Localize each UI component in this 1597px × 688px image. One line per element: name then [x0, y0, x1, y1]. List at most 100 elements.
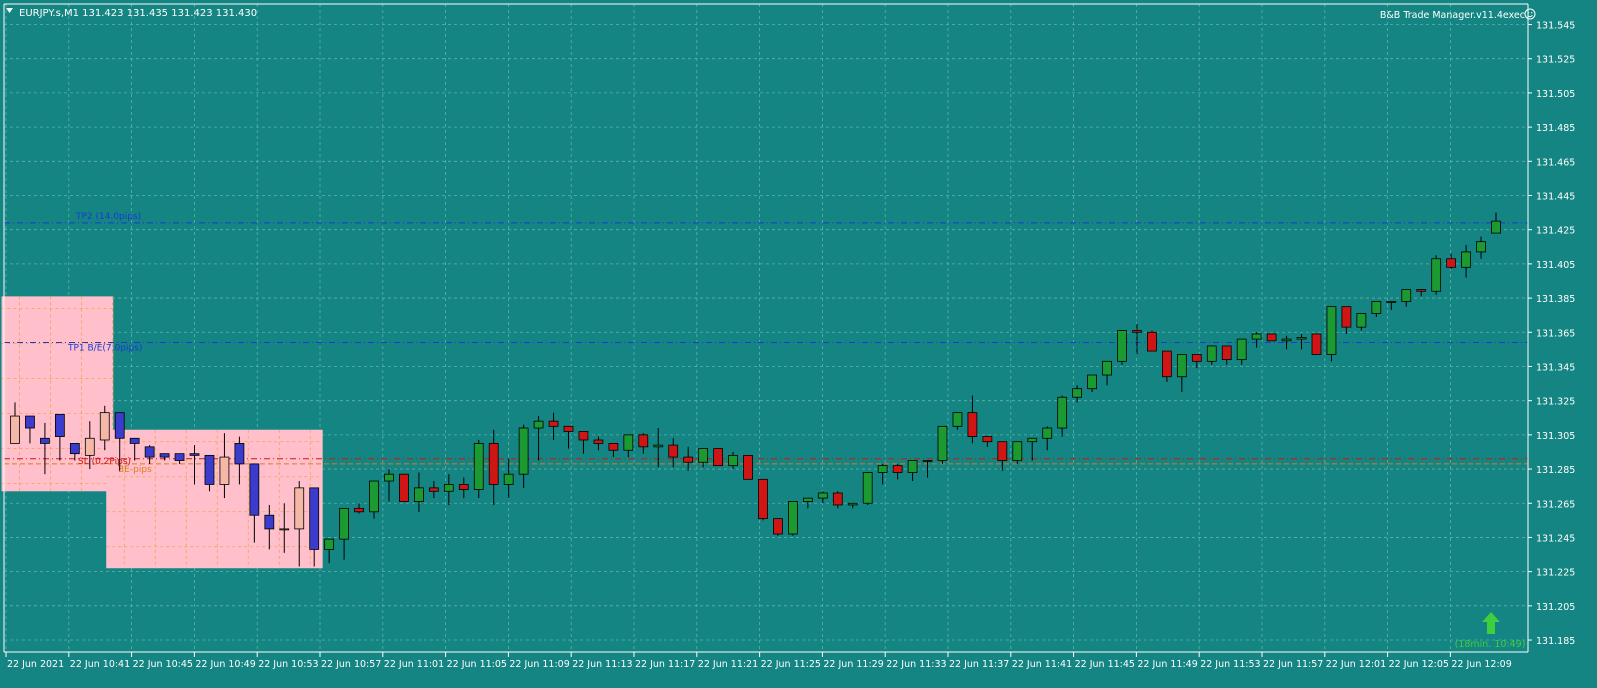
- candle-body: [982, 436, 993, 443]
- candle-body: [279, 528, 290, 531]
- x-tick-label: 22 Jun 2021: [7, 659, 64, 670]
- candle-body: [802, 497, 813, 502]
- x-tick-label: 22 Jun 11:25: [761, 659, 821, 670]
- candle-body: [1191, 354, 1202, 362]
- candle-body: [324, 538, 335, 550]
- candle-body: [1476, 241, 1486, 253]
- candle-body: [967, 412, 978, 437]
- candle-body: [788, 501, 798, 535]
- candle-body: [608, 443, 619, 451]
- candle-body: [533, 420, 544, 429]
- candle-body: [25, 415, 35, 429]
- candle: [1326, 306, 1337, 362]
- candle: [1012, 441, 1023, 464]
- ea-name: B&B Trade Manager.v11.4exec: [1380, 10, 1525, 21]
- candle: [1311, 333, 1322, 355]
- x-tick-label: 22 Jun 12:05: [1389, 659, 1449, 670]
- candle-body: [159, 453, 170, 458]
- candle-body: [204, 454, 215, 485]
- candle: [1147, 330, 1157, 352]
- candle-body: [339, 507, 349, 540]
- candle-body: [623, 434, 634, 451]
- candle: [473, 439, 484, 499]
- candle-body: [728, 454, 738, 467]
- candle: [1117, 330, 1127, 365]
- candle: [1431, 255, 1442, 295]
- candle-body: [1311, 333, 1322, 355]
- candle-body: [713, 448, 723, 467]
- candle-body: [1251, 333, 1262, 340]
- y-tick-label: 131.185: [1536, 636, 1575, 647]
- candle-body: [1326, 306, 1337, 355]
- candle: [1266, 333, 1277, 342]
- candle-body: [309, 487, 320, 550]
- candle-body: [743, 454, 753, 480]
- candle-body: [1296, 337, 1307, 340]
- candle-body: [1027, 437, 1038, 443]
- candle-body: [1281, 338, 1292, 342]
- candle-body: [458, 484, 469, 490]
- y-tick-label: 131.445: [1536, 191, 1575, 202]
- candle-body: [668, 444, 679, 458]
- candle-body: [1266, 333, 1277, 342]
- candle-body: [1386, 301, 1397, 303]
- candle-body: [1176, 354, 1187, 378]
- x-tick-label: 22 Jun 11:53: [1200, 659, 1260, 670]
- y-tick-label: 131.405: [1536, 260, 1575, 271]
- chart-window[interactable]: 131.429131.359131.291TP2 (14.0pips)TP1 B…: [0, 0, 1597, 688]
- candle-body: [219, 456, 230, 485]
- candle: [937, 425, 948, 464]
- candle-body: [443, 484, 454, 492]
- candle-body: [1431, 258, 1442, 292]
- candle-body: [683, 456, 694, 463]
- candle-body: [952, 412, 963, 427]
- candle-body: [1236, 338, 1247, 361]
- candle-body: [54, 413, 65, 437]
- candle-body: [473, 443, 484, 490]
- candle-body: [922, 460, 933, 462]
- x-tick-label: 22 Jun 11:37: [949, 659, 1009, 670]
- candle-body: [548, 420, 559, 427]
- candle-body: [114, 412, 125, 439]
- candle-body: [1042, 427, 1053, 439]
- candle-body: [832, 492, 843, 506]
- x-tick-label: 22 Jun 12:01: [1326, 659, 1386, 670]
- candle-body: [10, 415, 20, 444]
- candle-body: [518, 427, 529, 475]
- y-tick-label: 131.265: [1536, 499, 1575, 510]
- candle-body: [488, 443, 499, 485]
- candle-body: [1072, 388, 1083, 398]
- y-tick-label: 131.345: [1536, 362, 1575, 373]
- x-tick-label: 22 Jun 11:41: [1012, 659, 1072, 670]
- candle-body: [354, 507, 364, 513]
- y-tick-label: 131.245: [1536, 533, 1575, 544]
- candle-body: [1401, 289, 1412, 302]
- x-tick-label: 22 Jun 11:09: [509, 659, 569, 670]
- candle-body: [1012, 441, 1023, 461]
- candle-body: [1221, 345, 1232, 361]
- y-tick-label: 131.485: [1536, 123, 1575, 134]
- level-label: TP2 (14.0pips): [75, 212, 141, 222]
- candle-body: [369, 480, 379, 513]
- candle-body: [638, 434, 649, 448]
- candle-body: [1117, 330, 1127, 362]
- chart-background: [0, 0, 1597, 688]
- candle: [788, 501, 798, 536]
- y-tick-label: 131.325: [1536, 397, 1575, 408]
- candle-body: [1132, 330, 1142, 333]
- timer-text: (18min. 10:49): [1455, 639, 1526, 650]
- candle-body: [1446, 258, 1457, 268]
- candle-body: [892, 465, 903, 473]
- candle-body: [937, 425, 948, 461]
- candle-body: [877, 465, 888, 473]
- candle-body: [503, 473, 514, 485]
- candle-body: [249, 463, 260, 516]
- price-chart[interactable]: 131.429131.359131.291TP2 (14.0pips)TP1 B…: [0, 0, 1597, 688]
- y-tick-label: 131.205: [1536, 602, 1575, 613]
- candle: [758, 478, 768, 521]
- candle-body: [1356, 313, 1367, 328]
- x-tick-label: 22 Jun 11:17: [635, 659, 695, 670]
- candle-body: [399, 473, 409, 502]
- candle-body: [84, 437, 95, 456]
- x-tick-label: 22 Jun 11:49: [1137, 659, 1197, 670]
